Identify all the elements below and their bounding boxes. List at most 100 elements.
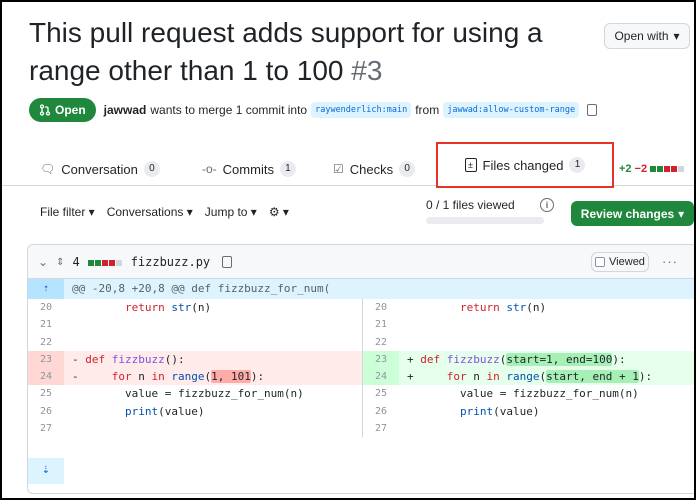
pr-tabs: 🗨 Conversation 0 -o- Commits 1 ☑ Checks … bbox=[2, 142, 694, 188]
diffstat: +2 −2 bbox=[619, 152, 685, 186]
comment-icon: 🗨 bbox=[40, 162, 56, 176]
viewed-checkbox-button[interactable]: Viewed bbox=[591, 252, 649, 272]
added-code-line: + def fizzbuzz(start=1, end=100): bbox=[407, 352, 626, 366]
diff-row: 20 return str(n) 20 return str(n) bbox=[28, 299, 694, 317]
tab-label: Files changed bbox=[482, 157, 564, 173]
copy-icon[interactable] bbox=[587, 104, 598, 116]
copy-path-icon[interactable] bbox=[222, 256, 233, 268]
code-line: value = fizzbuzz_for_num(n) bbox=[407, 387, 639, 401]
collapse-chevron-icon[interactable]: ⌄ bbox=[38, 255, 48, 269]
line-number[interactable]: 27 bbox=[363, 420, 399, 437]
commit-icon: -o- bbox=[202, 162, 217, 176]
files-viewed-progress: 0 / 1 files viewed bbox=[426, 198, 546, 224]
file-diff-icon: ± bbox=[464, 158, 477, 172]
diffstat-bar bbox=[650, 163, 685, 175]
tab-count: 1 bbox=[569, 157, 586, 173]
settings-dropdown[interactable]: ⚙ ▾ bbox=[269, 205, 289, 219]
info-icon[interactable]: i bbox=[540, 198, 554, 212]
tab-files-changed[interactable]: ± Files changed 1 bbox=[436, 142, 614, 188]
pr-meta: Open jawwad wants to merge 1 commit into… bbox=[29, 98, 598, 122]
tab-commits[interactable]: -o- Commits 1 bbox=[202, 152, 296, 186]
review-changes-label: Review changes bbox=[580, 206, 675, 221]
line-number[interactable]: 24 bbox=[28, 368, 64, 386]
diff-rows: 20 return str(n) 20 return str(n) 21 21 … bbox=[28, 299, 694, 438]
jump-to-label: Jump to bbox=[204, 205, 248, 219]
code-line: value = fizzbuzz_for_num(n) bbox=[72, 387, 304, 401]
files-viewed-text: 0 / 1 files viewed bbox=[426, 198, 515, 212]
gear-icon: ⚙ bbox=[268, 205, 280, 219]
diff-row: 27 27 bbox=[28, 420, 694, 438]
tab-label: Conversation bbox=[61, 161, 138, 177]
diff-row: 21 21 bbox=[28, 316, 694, 334]
tab-label: Checks bbox=[349, 161, 394, 177]
base-branch[interactable]: raywenderlich:main bbox=[311, 102, 412, 118]
checkbox-icon bbox=[595, 257, 606, 267]
line-number[interactable]: 25 bbox=[28, 385, 64, 402]
code-line: print(value) bbox=[459, 404, 540, 418]
conversations-dropdown[interactable]: Conversations ▾ bbox=[107, 205, 193, 219]
chevron-down-icon: ▾ bbox=[678, 206, 685, 221]
viewed-label: Viewed bbox=[609, 256, 645, 268]
from-text: from bbox=[415, 103, 440, 117]
kebab-menu-icon[interactable]: ··· bbox=[662, 254, 678, 269]
file-name[interactable]: fizzbuzz.py bbox=[131, 255, 210, 269]
line-number[interactable]: 27 bbox=[28, 420, 64, 437]
merge-text: wants to merge 1 commit into bbox=[150, 103, 308, 117]
line-number[interactable]: 24 bbox=[363, 368, 399, 386]
line-number[interactable]: 22 bbox=[28, 334, 64, 351]
file-diff: ⌄ ⇕ 4 fizzbuzz.py Viewed ··· ⇡ @@ -20,8 … bbox=[27, 244, 694, 494]
diff-row: 25 value = fizzbuzz_for_num(n) 25 value … bbox=[28, 385, 694, 403]
review-changes-button[interactable]: Review changes ▾ bbox=[571, 201, 694, 226]
line-number[interactable]: 22 bbox=[363, 334, 399, 351]
chevron-down-icon: ▾ bbox=[673, 29, 680, 43]
file-header: ⌄ ⇕ 4 fizzbuzz.py Viewed ··· bbox=[28, 245, 694, 279]
open-with-label: Open with bbox=[614, 29, 669, 43]
head-branch[interactable]: jawwad:allow-custom-range bbox=[443, 102, 580, 118]
page-title: This pull request adds support for using… bbox=[29, 14, 569, 90]
open-with-button[interactable]: Open with ▾ bbox=[604, 23, 690, 49]
added-code-line: + for n in range(start, end + 1): bbox=[407, 370, 653, 384]
code-line: return str(n) bbox=[124, 301, 212, 314]
status-label: Open bbox=[55, 103, 86, 117]
expand-down-icon[interactable]: ⇣ bbox=[28, 458, 64, 484]
tab-count: 0 bbox=[399, 161, 416, 177]
code-line: print(value) bbox=[124, 404, 205, 418]
line-number[interactable]: 21 bbox=[28, 316, 64, 333]
line-number[interactable]: 23 bbox=[28, 350, 64, 369]
file-diffstat-bar bbox=[87, 255, 123, 269]
change-count: 4 bbox=[72, 255, 80, 269]
hunk-header-text: @@ -20,8 +20,8 @@ def fizzbuzz_for_num( bbox=[72, 282, 331, 295]
line-number[interactable]: 20 bbox=[28, 299, 64, 316]
files-toolbar: File filter ▾ Conversations ▾ Jump to ▾ … bbox=[40, 200, 289, 224]
diff-row: 26 print(value) 26 print(value) bbox=[28, 402, 694, 421]
line-number[interactable]: 26 bbox=[363, 403, 399, 420]
line-number[interactable]: 25 bbox=[363, 385, 399, 402]
line-number[interactable]: 21 bbox=[363, 316, 399, 333]
expand-up-icon[interactable]: ⇡ bbox=[28, 279, 64, 299]
line-number[interactable]: 20 bbox=[363, 299, 399, 316]
file-filter-label: File filter bbox=[40, 205, 86, 219]
line-number[interactable]: 26 bbox=[28, 403, 64, 420]
author-link[interactable]: jawwad bbox=[104, 103, 147, 117]
file-filter-dropdown[interactable]: File filter ▾ bbox=[40, 205, 95, 219]
expand-lines-icon[interactable]: ⇕ bbox=[56, 257, 64, 268]
deleted-code-line: - for n in range(1, 101): bbox=[72, 370, 265, 384]
conversations-label: Conversations bbox=[106, 205, 184, 219]
deletions-count: −2 bbox=[634, 163, 648, 175]
status-badge: Open bbox=[29, 98, 96, 122]
tab-label: Commits bbox=[222, 161, 274, 177]
pr-title: This pull request adds support for using… bbox=[29, 17, 543, 86]
checklist-icon: ☑ bbox=[333, 162, 344, 176]
line-number[interactable]: 23 bbox=[363, 350, 399, 369]
tab-conversation[interactable]: 🗨 Conversation 0 bbox=[40, 152, 160, 186]
code-line: return str(n) bbox=[459, 301, 547, 314]
tab-checks[interactable]: ☑ Checks 0 bbox=[333, 152, 416, 186]
jump-to-dropdown[interactable]: Jump to ▾ bbox=[205, 205, 257, 219]
diff-row: 23 - def fizzbuzz(): 23 + def fizzbuzz(sta… bbox=[28, 350, 694, 369]
tab-count: 1 bbox=[279, 161, 296, 177]
diff-footer: ⇣ bbox=[28, 458, 694, 484]
tab-count: 0 bbox=[143, 161, 160, 177]
additions-count: +2 bbox=[619, 163, 632, 175]
files-viewed-bar bbox=[426, 217, 544, 224]
diff-row: 24 - for n in range(1, 101): 24 + for n in… bbox=[28, 368, 694, 386]
